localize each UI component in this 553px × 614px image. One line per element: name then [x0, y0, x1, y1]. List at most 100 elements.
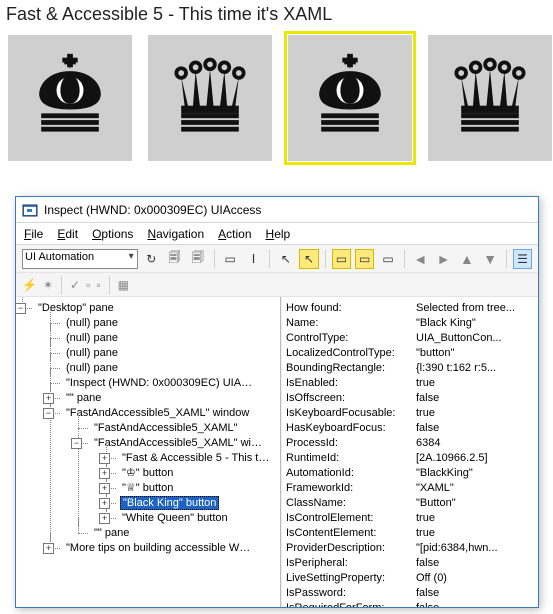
copy-tree-icon[interactable]: 🗐 [188, 249, 207, 269]
property-row[interactable]: IsEnabled:true [286, 376, 534, 391]
property-key: ProviderDescription: [286, 541, 416, 556]
tree-null-pane[interactable]: (null) pane [64, 317, 120, 329]
property-key: RuntimeId: [286, 451, 416, 466]
property-key: LiveSettingProperty: [286, 571, 416, 586]
tree-black-king-btn[interactable]: "Black King" button [120, 496, 219, 510]
tree-blank-pane[interactable]: "" pane [92, 527, 131, 539]
menu-action[interactable]: Action [218, 227, 251, 241]
tree-app-window[interactable]: "FastAndAccessible5_XAML" window [64, 407, 251, 419]
property-value: 6384 [416, 436, 534, 451]
box1-icon[interactable]: ▫ [86, 278, 90, 292]
property-key: AutomationId: [286, 466, 416, 481]
collapse-icon[interactable]: − [16, 303, 26, 314]
highlight-flash-icon[interactable]: ▭ [355, 249, 374, 269]
titlebar[interactable]: Inspect (HWND: 0x000309EC) UIAccess [16, 197, 538, 223]
property-row[interactable]: IsKeyboardFocusable:true [286, 406, 534, 421]
expand-icon[interactable]: + [99, 468, 110, 479]
expand-icon[interactable]: + [99, 453, 110, 464]
property-value: [2A.10966.2.5] [416, 451, 534, 466]
collapse-icon[interactable]: − [71, 438, 82, 449]
refresh-icon[interactable]: ↻ [142, 249, 161, 269]
toolbar-secondary: ⚡ ✶ ✓ ▫ ▫ ▦ [16, 273, 538, 297]
property-row[interactable]: AutomationId:"BlackKing" [286, 466, 534, 481]
property-row[interactable]: IsControlElement:true [286, 511, 534, 526]
expand-icon[interactable]: + [99, 513, 110, 524]
tree-null-pane[interactable]: (null) pane [64, 347, 120, 359]
queen-icon [162, 50, 258, 146]
highlight-rect-icon[interactable]: ▭ [332, 249, 351, 269]
property-row[interactable]: IsPassword:false [286, 586, 534, 601]
property-value: true [416, 511, 534, 526]
tree-null-pane[interactable]: (null) pane [64, 332, 120, 344]
text-cursor-icon[interactable]: Ⅰ [244, 249, 263, 269]
tree-null-pane[interactable]: (null) pane [64, 362, 120, 374]
property-row[interactable]: ControlType:UIA_ButtonCon... [286, 331, 534, 346]
expand-icon[interactable]: + [43, 393, 54, 404]
property-row[interactable]: Name:"Black King" [286, 316, 534, 331]
property-row[interactable]: IsOffscreen:false [286, 391, 534, 406]
property-row[interactable]: How found:Selected from tree... [286, 301, 534, 316]
menu-options[interactable]: Options [92, 227, 133, 241]
expand-icon[interactable]: + [99, 483, 110, 494]
black-king-button[interactable] [288, 35, 412, 161]
tree-desktop[interactable]: "Desktop" pane [36, 302, 116, 314]
nav-left-icon[interactable]: ◄ [411, 249, 430, 269]
collapse-icon[interactable]: − [43, 408, 54, 419]
menu-help[interactable]: Help [266, 227, 291, 241]
nav-right-icon[interactable]: ► [434, 249, 453, 269]
property-row[interactable]: RuntimeId:[2A.10966.2.5] [286, 451, 534, 466]
nav-down-icon[interactable]: ▼ [481, 249, 500, 269]
tree-white-queen-btn[interactable]: "♕" button [120, 482, 175, 494]
rect-icon[interactable]: ▭ [221, 249, 240, 269]
white-king-button[interactable] [8, 35, 132, 161]
tree-white-queen-node[interactable]: "White Queen" button [120, 512, 230, 524]
tree-more-tips[interactable]: "More tips on building accessible W… [64, 542, 252, 554]
black-queen-button[interactable] [428, 35, 552, 161]
cursor-icon[interactable]: ↖ [276, 249, 295, 269]
property-key: HasKeyboardFocus: [286, 421, 416, 436]
tree-inspect-node[interactable]: "Inspect (HWND: 0x000309EC) UIA… [64, 377, 254, 389]
property-row[interactable]: IsContentElement:true [286, 526, 534, 541]
property-row[interactable]: ProviderDescription:"[pid:6384,hwn... [286, 541, 534, 556]
property-value: false [416, 391, 534, 406]
tree-white-king-btn[interactable]: "♔" button [120, 467, 175, 479]
check-icon[interactable]: ✓ [70, 278, 80, 292]
expand-icon[interactable]: + [99, 498, 110, 509]
white-queen-button[interactable] [148, 35, 272, 161]
flash-icon[interactable]: ⚡ [22, 278, 37, 292]
tree-mode-icon[interactable]: ☰ [513, 249, 532, 269]
property-value: "XAML" [416, 481, 534, 496]
tree-app-text[interactable]: "FastAndAccessible5_XAML" [92, 422, 240, 434]
property-key: IsEnabled: [286, 376, 416, 391]
grid-icon[interactable]: ▦ [118, 278, 129, 292]
property-value: false [416, 601, 534, 607]
tree-app-window2[interactable]: "FastAndAccessible5_XAML" wi… [92, 437, 264, 449]
tree-app-title-node[interactable]: "Fast & Accessible 5 - This t… [120, 452, 271, 464]
property-row[interactable]: ProcessId:6384 [286, 436, 534, 451]
property-row[interactable]: BoundingRectangle:{l:390 t:162 r:5... [286, 361, 534, 376]
property-row[interactable]: LiveSettingProperty:Off (0) [286, 571, 534, 586]
box2-icon[interactable]: ▫ [96, 278, 100, 292]
nav-up-icon[interactable]: ▲ [457, 249, 476, 269]
menu-file[interactable]: File [24, 227, 43, 241]
copy-icon[interactable]: 🗐 [165, 249, 184, 269]
property-row[interactable]: IsPeripheral:false [286, 556, 534, 571]
properties-pane[interactable]: How found:Selected from tree...Name:"Bla… [281, 297, 538, 607]
property-key: IsContentElement: [286, 526, 416, 541]
cursor-watch-icon[interactable]: ↖ [299, 249, 318, 269]
property-row[interactable]: IsRequiredForForm:false [286, 601, 534, 607]
tree-blank-pane[interactable]: "" pane [64, 392, 103, 404]
highlight-off-icon[interactable]: ▭ [378, 249, 397, 269]
king-icon [302, 50, 398, 146]
mode-combo[interactable]: UI Automation [22, 249, 138, 269]
wand-icon[interactable]: ✶ [43, 278, 53, 292]
expand-icon[interactable]: + [43, 543, 54, 554]
menu-edit[interactable]: Edit [57, 227, 78, 241]
property-row[interactable]: ClassName:"Button" [286, 496, 534, 511]
property-row[interactable]: FrameworkId:"XAML" [286, 481, 534, 496]
property-row[interactable]: HasKeyboardFocus:false [286, 421, 534, 436]
queen-icon [442, 50, 538, 146]
tree-pane[interactable]: −"Desktop" pane (null) pane (null) pane … [16, 297, 281, 607]
property-row[interactable]: LocalizedControlType:"button" [286, 346, 534, 361]
menu-navigation[interactable]: Navigation [147, 227, 204, 241]
